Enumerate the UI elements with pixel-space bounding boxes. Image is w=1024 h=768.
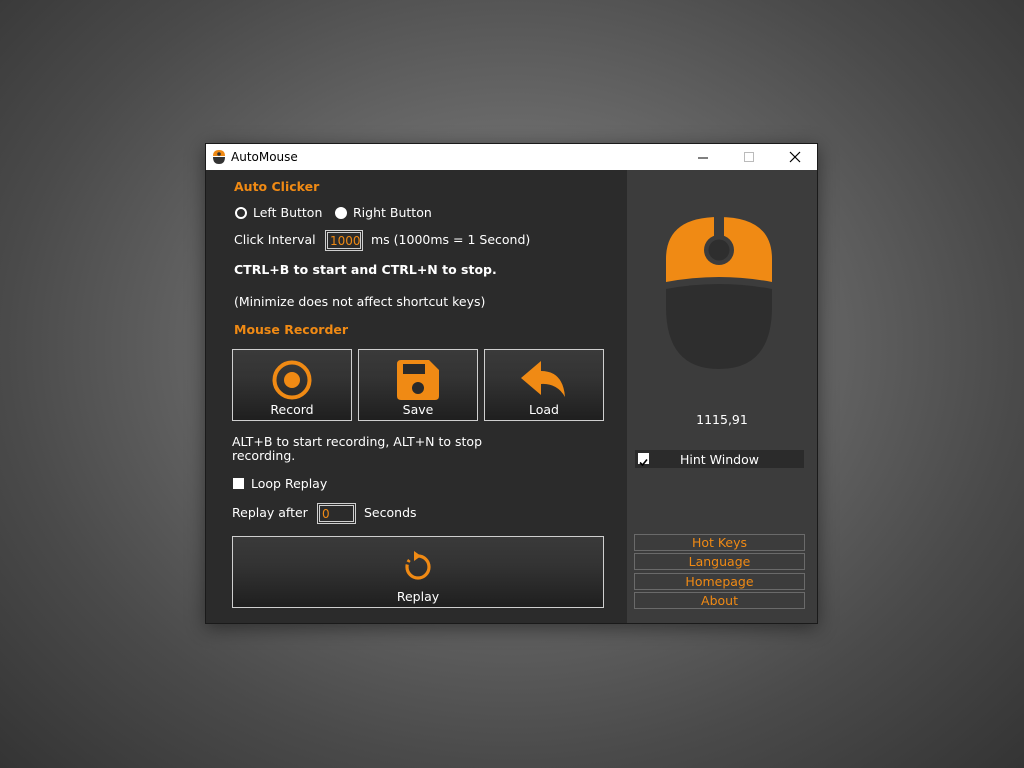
about-button[interactable]: About bbox=[634, 592, 805, 609]
seconds-label: Seconds bbox=[364, 505, 417, 520]
left-button-radio[interactable] bbox=[235, 207, 247, 219]
recorder-shortcut-line1: ALT+B to start recording, ALT+N to stop bbox=[232, 434, 483, 449]
recorder-shortcut-line2: recording. bbox=[232, 448, 296, 463]
homepage-button[interactable]: Homepage bbox=[634, 573, 805, 590]
minimize-note: (Minimize does not affect shortcut keys) bbox=[234, 294, 486, 309]
save-button[interactable]: Save bbox=[358, 349, 478, 421]
automouse-window: AutoMouse Auto Clicker Left Button Right… bbox=[205, 143, 818, 624]
loop-replay-label[interactable]: Loop Replay bbox=[251, 476, 327, 491]
replay-button[interactable]: Replay bbox=[232, 536, 604, 608]
title-bar[interactable]: AutoMouse bbox=[206, 144, 817, 170]
right-button-label[interactable]: Right Button bbox=[353, 205, 432, 220]
language-button[interactable]: Language bbox=[634, 553, 805, 570]
minimize-icon bbox=[697, 157, 708, 158]
loop-replay-checkbox[interactable] bbox=[233, 478, 244, 489]
hint-window-toggle[interactable]: Hint Window bbox=[635, 450, 804, 468]
cursor-coordinates: 1115,91 bbox=[696, 412, 748, 427]
hint-window-label: Hint Window bbox=[680, 452, 759, 467]
record-label: Record bbox=[270, 402, 314, 417]
window-title: AutoMouse bbox=[231, 150, 298, 164]
sidebar: 1115,91 Hint Window Hot Keys Language Ho… bbox=[627, 170, 817, 623]
click-interval-label: Click Interval bbox=[234, 232, 316, 247]
load-label: Load bbox=[529, 402, 559, 417]
mouse-illustration-icon bbox=[666, 217, 772, 369]
clicker-shortcut-text: CTRL+B to start and CTRL+N to stop. bbox=[234, 262, 497, 277]
interval-hint: ms (1000ms = 1 Second) bbox=[371, 232, 531, 247]
replay-label: Replay bbox=[396, 589, 440, 604]
click-interval-input[interactable]: 1000 bbox=[325, 230, 363, 251]
load-button[interactable]: Load bbox=[484, 349, 604, 421]
left-button-label[interactable]: Left Button bbox=[253, 205, 322, 220]
replay-icon bbox=[405, 551, 431, 580]
undo-arrow-icon bbox=[521, 361, 565, 397]
save-label: Save bbox=[402, 402, 434, 417]
maximize-icon bbox=[743, 151, 754, 162]
floppy-disk-icon bbox=[397, 360, 439, 400]
record-icon bbox=[272, 360, 312, 400]
hot-keys-button[interactable]: Hot Keys bbox=[634, 534, 805, 551]
mouse-recorder-heading: Mouse Recorder bbox=[234, 322, 349, 337]
mouse-icon bbox=[213, 150, 225, 164]
auto-clicker-heading: Auto Clicker bbox=[234, 179, 320, 194]
main-panel: Auto Clicker Left Button Right Button Cl… bbox=[206, 170, 627, 623]
record-button[interactable]: Record bbox=[232, 349, 352, 421]
right-button-radio[interactable] bbox=[335, 207, 347, 219]
close-button[interactable] bbox=[772, 144, 818, 170]
replay-after-input[interactable]: 0 bbox=[317, 503, 356, 524]
maximize-button[interactable] bbox=[726, 144, 772, 170]
minimize-button[interactable] bbox=[680, 144, 726, 170]
close-icon bbox=[789, 151, 801, 163]
replay-after-label: Replay after bbox=[232, 505, 308, 520]
